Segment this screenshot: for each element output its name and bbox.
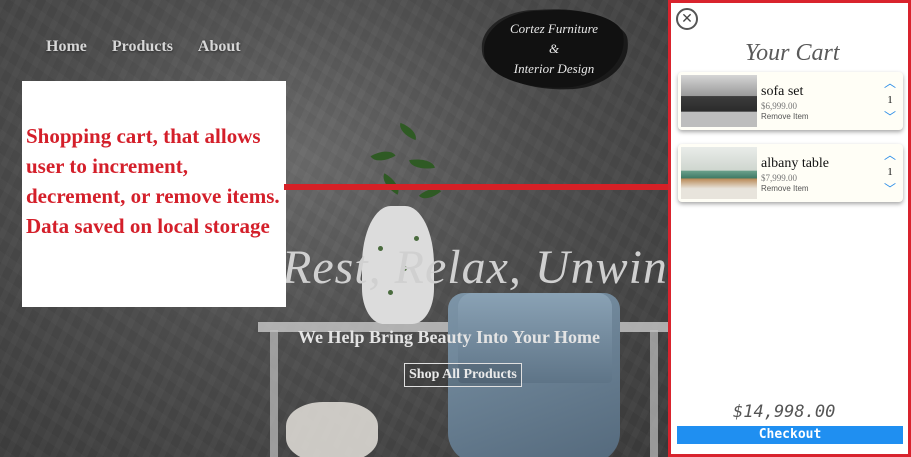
brand-logo[interactable]: Cortez Furniture & Interior Design bbox=[482, 6, 626, 92]
shop-all-products-button[interactable]: Shop All Products bbox=[404, 363, 522, 387]
item-name: albany table bbox=[761, 156, 830, 171]
hero-tagline: Rest, Relax, Unwind bbox=[282, 241, 670, 294]
item-name: sofa set bbox=[761, 84, 804, 99]
product-thumbnail bbox=[681, 75, 757, 127]
cart-item: sofa set $6,999.00 Remove Item ︿ 1 ﹀ bbox=[678, 72, 903, 130]
top-nav: Home Products About bbox=[46, 38, 266, 56]
close-icon[interactable]: ✕ bbox=[676, 8, 698, 30]
cart-title: Your Cart bbox=[745, 40, 840, 66]
chevron-down-icon[interactable]: ﹀ bbox=[883, 111, 897, 123]
chevron-up-icon[interactable]: ︿ bbox=[883, 77, 897, 89]
remove-item-button[interactable]: Remove Item bbox=[761, 112, 809, 121]
decor-pillow bbox=[286, 402, 378, 457]
chevron-up-icon[interactable]: ︿ bbox=[883, 149, 897, 161]
logo-line-2: & bbox=[548, 41, 560, 56]
checkout-button[interactable]: Checkout bbox=[677, 426, 903, 444]
nav-home[interactable]: Home bbox=[46, 38, 87, 56]
cart-total: $14,998.00 bbox=[733, 402, 836, 422]
nav-about[interactable]: About bbox=[198, 38, 241, 56]
item-quantity: 1 bbox=[887, 94, 893, 106]
nav-products[interactable]: Products bbox=[112, 38, 173, 56]
table-leg bbox=[270, 330, 278, 457]
item-price: $7,999.00 bbox=[761, 173, 797, 183]
logo-text: Cortez Furniture & Interior Design bbox=[484, 10, 624, 88]
logo-line-1: Cortez Furniture bbox=[510, 21, 598, 36]
chevron-down-icon[interactable]: ﹀ bbox=[883, 183, 897, 195]
cart-panel bbox=[668, 0, 911, 457]
annotation-pointer-line bbox=[284, 184, 670, 190]
product-thumbnail bbox=[681, 147, 757, 199]
hero-subline: We Help Bring Beauty Into Your Home bbox=[298, 327, 601, 347]
logo-line-3: Interior Design bbox=[513, 61, 595, 76]
item-quantity: 1 bbox=[887, 166, 893, 178]
remove-item-button[interactable]: Remove Item bbox=[761, 184, 809, 193]
annotation-text: Shopping cart, that allows user to incre… bbox=[26, 124, 280, 238]
cart-item: albany table $7,999.00 Remove Item ︿ 1 ﹀ bbox=[678, 144, 903, 202]
table-leg bbox=[650, 330, 658, 457]
item-price: $6,999.00 bbox=[761, 101, 797, 111]
